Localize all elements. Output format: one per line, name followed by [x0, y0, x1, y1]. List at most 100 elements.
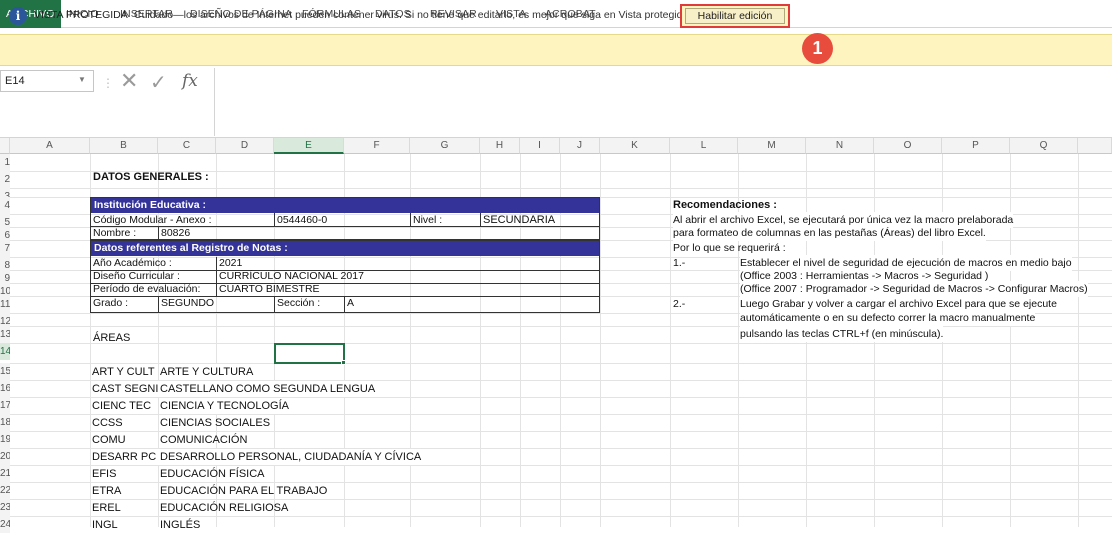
column-header-n[interactable]: N	[806, 138, 874, 154]
step-badge: 1	[802, 33, 833, 64]
column-header-d[interactable]: D	[216, 138, 274, 154]
gridline	[1078, 154, 1079, 527]
gridline	[1010, 154, 1011, 527]
nombre-label: Nombre :	[93, 227, 137, 239]
cell-border	[274, 297, 275, 312]
gridline	[600, 154, 601, 527]
column-header-j[interactable]: J	[560, 138, 600, 154]
column-header-i[interactable]: I	[520, 138, 560, 154]
column-header-l[interactable]: L	[670, 138, 738, 154]
column-header-c[interactable]: C	[158, 138, 216, 154]
cell-border	[274, 213, 275, 226]
row-header-18[interactable]: 18	[0, 414, 10, 431]
area-code: CAST SEGNI	[92, 383, 159, 395]
cancel-icon[interactable]: ✕	[120, 68, 138, 94]
recomendaciones-line: Por lo que se requerirá :	[673, 242, 786, 254]
row-header-4[interactable]: 4	[0, 197, 10, 214]
row-header-11[interactable]: 11	[0, 296, 10, 313]
step-number: 1.-	[673, 257, 686, 269]
insert-function-icon[interactable]: fx	[182, 71, 198, 91]
gridline	[670, 154, 671, 527]
step-number: 2.-	[673, 298, 686, 310]
area-name: ARTE Y CULTURA	[160, 364, 254, 380]
area-code: ETRA	[92, 485, 122, 497]
column-header-a[interactable]: A	[10, 138, 90, 154]
cell-border	[410, 213, 411, 226]
column-header-p[interactable]: P	[942, 138, 1010, 154]
area-name: INGLÉS	[160, 519, 201, 531]
area-code: ART Y CULT	[92, 366, 155, 378]
column-header-f[interactable]: F	[344, 138, 410, 154]
protected-view-message: Cuidado—los archivos de Internet pueden …	[134, 9, 692, 21]
selected-cell[interactable]	[274, 343, 345, 364]
gridline	[10, 326, 1112, 327]
area-code: EREL	[92, 502, 121, 514]
column-header-b[interactable]: B	[90, 138, 158, 154]
row-header-13[interactable]: 13	[0, 326, 10, 343]
formula-input[interactable]	[214, 68, 1112, 136]
area-name: EDUCACIÓN FÍSICA	[160, 468, 265, 480]
area-code: CCSS	[92, 417, 123, 429]
row-header-21[interactable]: 21	[0, 465, 10, 482]
enable-editing-button[interactable]: Habilitar edición	[685, 8, 785, 24]
column-header-q[interactable]: Q	[1010, 138, 1078, 154]
column-header-h[interactable]: H	[480, 138, 520, 154]
enable-editing-highlight: Habilitar edición	[680, 4, 790, 28]
nombre-value: 80826	[161, 227, 191, 239]
cell-border	[344, 297, 345, 312]
chevron-down-icon[interactable]: ▼	[78, 75, 86, 84]
column-header-g[interactable]: G	[410, 138, 480, 154]
datos-generales-heading: DATOS GENERALES :	[93, 171, 209, 183]
gridline	[10, 188, 1112, 189]
column-header-m[interactable]: M	[738, 138, 806, 154]
area-name: DESARROLLO PERSONAL, CIUDADANÍA Y CÍVICA	[158, 449, 422, 465]
row-header-15[interactable]: 15	[0, 363, 10, 380]
area-code: DESARR PC	[92, 451, 157, 463]
protected-view-title: VISTA PROTEGIDA	[34, 9, 128, 21]
worksheet-grid[interactable]: A B C D E F G H I J K L M N O P Q 1 2 3 …	[0, 138, 1112, 533]
area-code: INGL	[92, 519, 118, 531]
area-name: EDUCACIÓN RELIGIOSA	[160, 502, 289, 514]
cell-border	[158, 297, 159, 312]
area-code: CIENC TEC	[92, 400, 152, 412]
row-header-1[interactable]: 1	[0, 154, 10, 171]
row-header-23[interactable]: 23	[0, 499, 10, 516]
gridline	[10, 343, 1112, 344]
formula-bar: E14 ▼ ⋮ ✕ ✓ fx	[0, 66, 1112, 138]
row-header-22[interactable]: 22	[0, 482, 10, 499]
recomendaciones-line: para formateo de columnas en las pestaña…	[673, 225, 986, 241]
step-text: automáticamente o en su defecto correr l…	[740, 310, 1036, 326]
area-name: CIENCIAS SOCIALES	[160, 417, 271, 429]
row-header-17[interactable]: 17	[0, 397, 10, 414]
area-name: CASTELLANO COMO SEGUNDA LENGUA	[158, 381, 376, 397]
row-header-20[interactable]: 20	[0, 448, 10, 465]
seccion-value: A	[347, 297, 355, 309]
row-header-16[interactable]: 16	[0, 380, 10, 397]
grado-value: SEGUNDO	[161, 297, 215, 309]
column-header-blank	[1078, 138, 1112, 154]
step-text: (Office 2007 : Programador -> Seguridad …	[740, 281, 1088, 297]
column-header-k[interactable]: K	[600, 138, 670, 154]
institution-header: Institución Educativa :	[91, 198, 599, 213]
area-name: CIENCIA Y TECNOLOGÍA	[160, 398, 289, 414]
cell-border	[480, 213, 481, 226]
row-header-19[interactable]: 19	[0, 431, 10, 448]
row-header-14[interactable]: 14	[0, 343, 10, 360]
column-header-o[interactable]: O	[874, 138, 942, 154]
area-name: COMUNICACIÓN	[160, 434, 248, 446]
info-icon: i	[9, 7, 27, 25]
select-all-corner[interactable]	[0, 138, 10, 154]
row-header-2[interactable]: 2	[0, 171, 10, 188]
row-header-24[interactable]: 24	[0, 516, 10, 533]
protected-view-bar	[0, 34, 1112, 66]
area-name: EDUCACIÓN PARA EL TRABAJO	[160, 485, 328, 497]
enter-check-icon[interactable]: ✓	[150, 70, 167, 95]
seccion-label: Sección :	[277, 297, 321, 309]
column-header-e[interactable]: E	[274, 138, 344, 154]
step-text: pulsando las teclas CTRL+f (en minúscula…	[740, 326, 944, 342]
fill-handle[interactable]	[341, 360, 346, 365]
cell-border	[216, 257, 217, 297]
row-header-7[interactable]: 7	[0, 240, 10, 257]
formula-bar-grip-icon: ⋮	[102, 76, 114, 90]
registro-header: Datos referentes al Registro de Notas :	[91, 241, 599, 256]
